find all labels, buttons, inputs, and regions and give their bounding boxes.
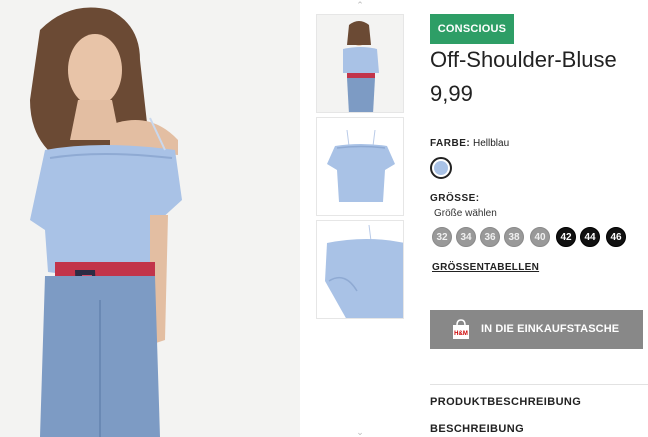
conscious-badge: CONSCIOUS bbox=[430, 14, 514, 44]
size-prompt: Größe wählen bbox=[434, 208, 497, 219]
thumbnail-gallery: ⌃ ⌄ bbox=[314, 0, 406, 437]
color-selector-label: FARBE: Hellblau bbox=[430, 138, 509, 149]
color-label: FARBE: bbox=[430, 138, 471, 149]
product-title: Off-Shoulder-Bluse bbox=[430, 47, 617, 72]
size-option-44[interactable]: 44 bbox=[580, 227, 600, 247]
thumbnail-blouse-front[interactable] bbox=[316, 117, 404, 216]
svg-text:H&M: H&M bbox=[454, 331, 468, 337]
section-divider bbox=[430, 384, 648, 385]
size-label: GRÖSSE: bbox=[430, 193, 480, 204]
add-to-bag-label: IN DIE EINKAUFSTASCHE bbox=[481, 323, 620, 335]
size-chart-link[interactable]: GRÖSSENTABELLEN bbox=[432, 262, 539, 273]
size-option-34[interactable]: 34 bbox=[456, 227, 476, 247]
thumbnail-scroll-down-icon[interactable]: ⌄ bbox=[355, 428, 365, 437]
thumbnail-model[interactable] bbox=[316, 14, 404, 113]
description-heading[interactable]: BESCHREIBUNG bbox=[430, 423, 524, 435]
product-description-heading[interactable]: PRODUKTBESCHREIBUNG bbox=[430, 396, 581, 408]
shopping-bag-icon: H&M bbox=[453, 319, 469, 339]
product-price: 9,99 bbox=[430, 81, 473, 106]
add-to-bag-button[interactable]: H&M IN DIE EINKAUFSTASCHE bbox=[430, 310, 643, 349]
thumbnail-scroll-up-icon[interactable]: ⌃ bbox=[355, 1, 365, 10]
size-option-42[interactable]: 42 bbox=[556, 227, 576, 247]
color-swatch-hellblau[interactable] bbox=[430, 157, 452, 179]
size-option-40[interactable]: 40 bbox=[530, 227, 550, 247]
size-option-38[interactable]: 38 bbox=[504, 227, 524, 247]
color-value: Hellblau bbox=[473, 138, 510, 149]
thumbnail-blouse-detail[interactable] bbox=[316, 220, 404, 319]
color-swatch-fill bbox=[434, 161, 448, 175]
size-option-32[interactable]: 32 bbox=[432, 227, 452, 247]
size-option-46[interactable]: 46 bbox=[606, 227, 626, 247]
size-options: 32 34 36 38 40 42 44 46 bbox=[432, 227, 632, 247]
main-product-image[interactable] bbox=[0, 0, 300, 437]
size-option-36[interactable]: 36 bbox=[480, 227, 500, 247]
product-info: CONSCIOUS Off-Shoulder-Bluse 9,99 FARBE:… bbox=[430, 0, 648, 437]
